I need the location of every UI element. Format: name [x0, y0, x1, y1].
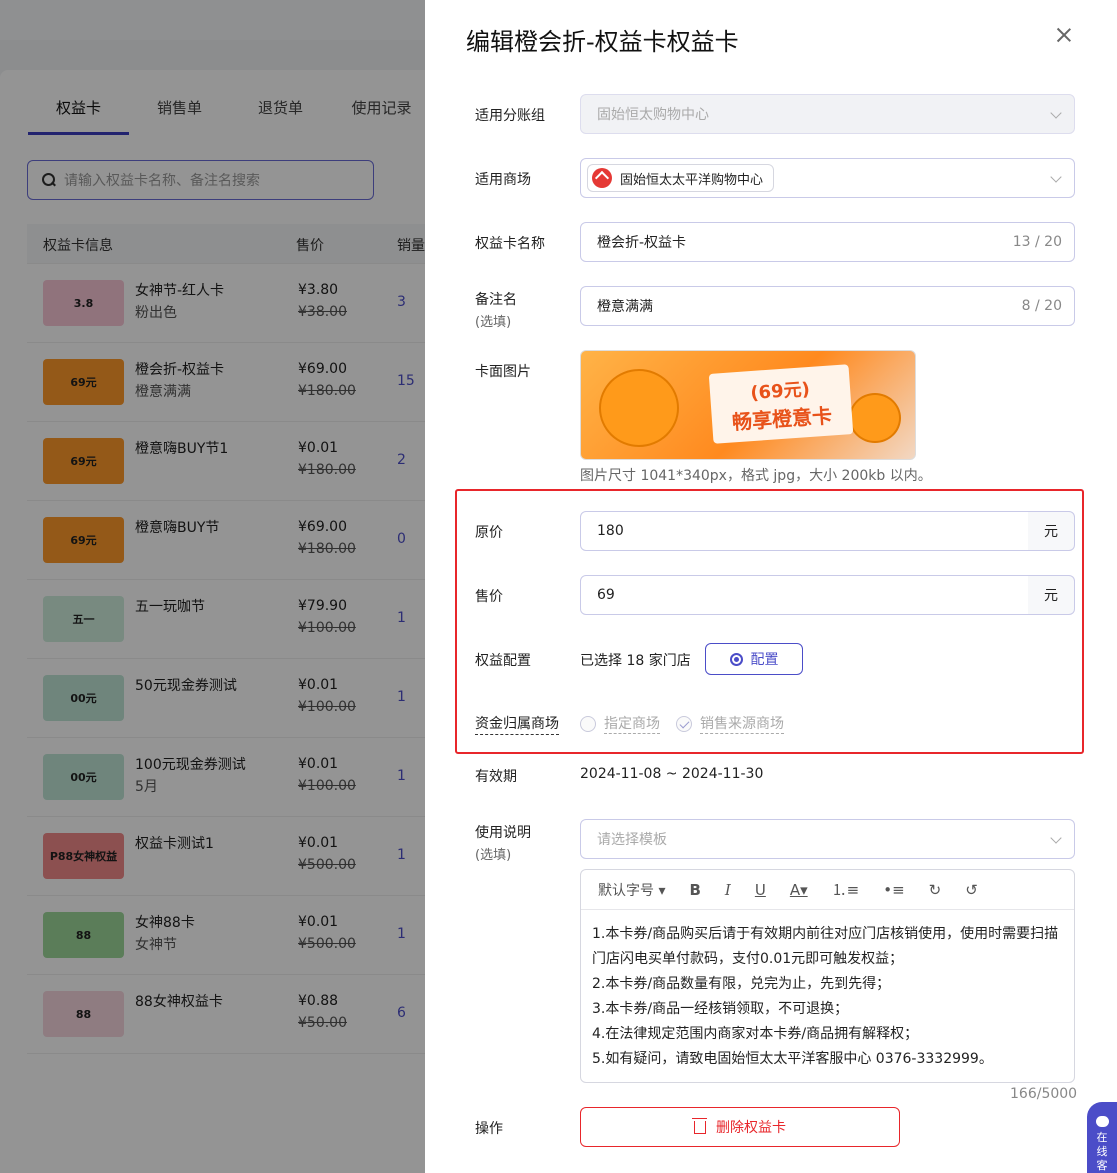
redo-icon[interactable]: ↻: [929, 881, 942, 899]
delete-card-button-label: 删除权益卡: [716, 1120, 786, 1136]
radio-sales-source-mall[interactable]: 销售来源商场: [676, 713, 784, 734]
image-hint: 图片尺寸 1041*340px，格式 jpg，大小 200kb 以内。: [580, 468, 932, 484]
template-select[interactable]: 请选择模板: [580, 819, 1075, 859]
usage-line: 5.如有疑问，请致电固始恒太太平洋客服中心 0376-3332999。: [592, 1051, 993, 1067]
validity-value: 2024-11-08 ~ 2024-11-30: [580, 766, 764, 782]
editor-toolbar: 默认字号 ▾ B I U A▾ ⒈≡ •≡ ↻ ↺: [581, 870, 1074, 910]
radio-specified-mall[interactable]: 指定商场: [580, 713, 660, 734]
sale-price-label: 售价: [475, 589, 503, 605]
usage-optional: (选填): [475, 848, 512, 863]
name-label: 权益卡名称: [475, 236, 545, 252]
orig-price-label: 原价: [475, 525, 503, 541]
card-banner: (69元) 畅享橙意卡: [708, 364, 854, 444]
action-label: 操作: [475, 1121, 503, 1137]
close-icon[interactable]: [1055, 26, 1073, 44]
usage-line: 2.本卡券/商品数量有限，兑完为止，先到先得；: [592, 976, 891, 992]
configure-button-label: 配置: [750, 652, 779, 668]
mall-select[interactable]: 固始恒太太平洋购物中心: [580, 158, 1075, 198]
template-placeholder: 请选择模板: [597, 832, 667, 848]
remark-value: 橙意满满: [597, 299, 653, 315]
group-value: 固始恒太购物中心: [597, 107, 709, 123]
configure-button[interactable]: 配置: [705, 643, 803, 675]
gear-icon: [729, 652, 743, 666]
sale-price-unit: 元: [1028, 575, 1075, 615]
usage-label-text: 使用说明: [475, 825, 531, 841]
orange-mascot: [599, 369, 679, 447]
image-label: 卡面图片: [475, 364, 531, 380]
name-value: 橙会折-权益卡: [597, 235, 687, 251]
chevron-down-icon: [1050, 171, 1062, 183]
chat-widget-char: 线: [1096, 1145, 1108, 1158]
trash-icon: [692, 1117, 707, 1134]
underline-icon[interactable]: U: [755, 881, 766, 899]
name-char-count: 13 / 20: [1012, 234, 1062, 250]
validity-label: 有效期: [475, 769, 517, 785]
name-input[interactable]: 橙会折-权益卡 13 / 20: [580, 222, 1075, 262]
group-label: 适用分账组: [475, 108, 545, 124]
orig-price-input[interactable]: 180: [580, 511, 1029, 551]
edit-drawer: 编辑橙会折-权益卡权益卡 适用分账组 固始恒太购物中心 适用商场 固始恒太太平洋…: [425, 0, 1117, 1173]
delete-card-button[interactable]: 删除权益卡: [580, 1107, 900, 1147]
bullet-list-icon[interactable]: •≡: [883, 881, 904, 899]
orange-mascot-small: [849, 393, 901, 443]
remark-char-count: 8 / 20: [1021, 298, 1062, 314]
fund-owner-label: 资金归属商场: [475, 713, 559, 735]
chevron-down-icon: [1050, 832, 1062, 844]
remark-input[interactable]: 橙意满满 8 / 20: [580, 286, 1075, 326]
usage-line: 3.本卡券/商品一经核销领取，不可退换；: [592, 1001, 849, 1017]
ordered-list-icon[interactable]: ⒈≡: [832, 879, 860, 900]
usage-label: 使用说明 (选填): [475, 822, 531, 863]
card-face-image[interactable]: (69元) 畅享橙意卡: [580, 350, 916, 460]
mall-tag: 固始恒太太平洋购物中心: [587, 164, 775, 192]
radio-checked-icon: [676, 715, 692, 732]
usage-line: 4.在法律规定范围内商家对本卡券/商品拥有解释权；: [592, 1026, 919, 1042]
mall-tag-text: 固始恒太太平洋购物中心: [620, 172, 764, 188]
mall-label: 适用商场: [475, 172, 531, 188]
remark-label-text: 备注名: [475, 292, 517, 308]
remark-optional: (选填): [475, 315, 512, 330]
mall-logo-icon: [592, 168, 612, 188]
drawer-title: 编辑橙会折-权益卡权益卡: [466, 28, 739, 56]
usage-line: 1.本卡券/商品购买后请于有效期内前往对应门店核销使用，使用时需要扫描门店闪电买…: [592, 926, 1059, 967]
editor-content[interactable]: 1.本卡券/商品购买后请于有效期内前往对应门店核销使用，使用时需要扫描门店闪电买…: [581, 910, 1074, 1084]
rich-text-editor[interactable]: 默认字号 ▾ B I U A▾ ⒈≡ •≡ ↻ ↺ 1.本卡券/商品购买后请于有…: [580, 869, 1075, 1083]
radio-circle-icon: [580, 715, 596, 732]
rights-label: 权益配置: [475, 653, 531, 669]
group-select: 固始恒太购物中心: [580, 94, 1075, 134]
chat-widget-char: 客: [1096, 1159, 1108, 1172]
bold-icon[interactable]: B: [689, 881, 700, 899]
chevron-down-icon: [1050, 107, 1062, 119]
editor-char-count: 166/5000: [1010, 1086, 1078, 1102]
font-size-label: 默认字号: [598, 882, 654, 899]
rights-selected-text: 已选择 18 家门店: [580, 653, 691, 669]
font-size-select[interactable]: 默认字号 ▾: [598, 880, 665, 900]
orig-price-value: 180: [597, 523, 624, 539]
chat-bubble-icon: [1095, 1116, 1109, 1127]
online-service-widget[interactable]: 在 线 客: [1087, 1102, 1117, 1173]
orig-price-unit: 元: [1028, 511, 1075, 551]
italic-icon[interactable]: I: [725, 881, 731, 899]
sale-price-value: 69: [597, 587, 615, 603]
sale-price-input[interactable]: 69: [580, 575, 1029, 615]
chat-widget-char: 在: [1096, 1131, 1108, 1144]
remark-label: 备注名 (选填): [475, 289, 517, 330]
radio-sales-source-mall-label: 销售来源商场: [700, 713, 784, 734]
radio-specified-mall-label: 指定商场: [604, 713, 660, 734]
font-color-icon[interactable]: A▾: [790, 881, 808, 899]
card-slogan-text: 畅享橙意卡: [731, 403, 833, 434]
undo-icon[interactable]: ↺: [965, 881, 978, 899]
